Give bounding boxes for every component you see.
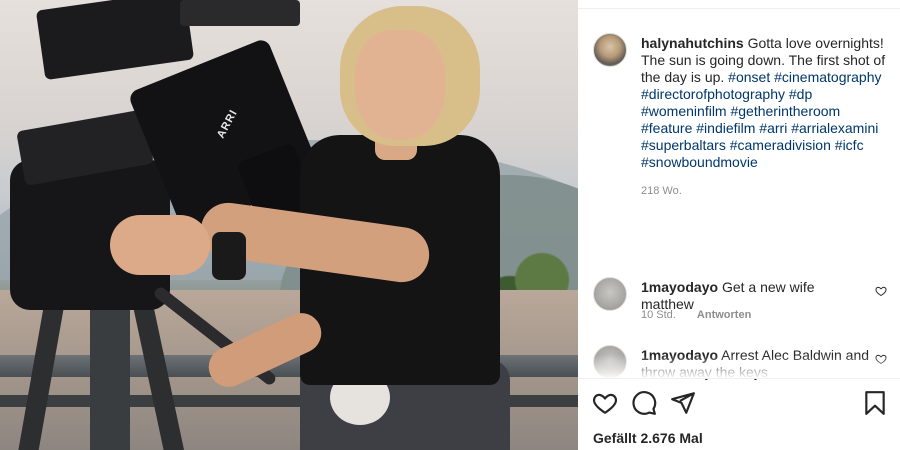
hashtag-link[interactable]: #cinematography xyxy=(774,69,881,85)
comment-timestamp[interactable]: 10 Std. xyxy=(641,309,676,321)
bookmark-icon[interactable] xyxy=(862,390,888,416)
photo-person-face xyxy=(355,30,445,140)
comment-username[interactable]: 1mayodayo xyxy=(641,279,718,295)
photo-camera-handle xyxy=(180,0,300,26)
comment: 1mayodayo Get a new wife matthew xyxy=(641,279,871,313)
post-caption: halynahutchins Gotta love overnights! Th… xyxy=(641,35,886,171)
hashtag-link[interactable]: #superbaltars xyxy=(641,137,726,153)
reply-button[interactable]: Antworten xyxy=(697,309,751,321)
hashtag-link[interactable]: #indiefilm xyxy=(696,120,755,136)
hashtag-link[interactable]: #feature xyxy=(641,120,692,136)
divider xyxy=(578,378,900,379)
caption-timestamp[interactable]: 218 Wo. xyxy=(641,185,682,197)
hashtag-link[interactable]: #getherintheroom xyxy=(730,103,840,119)
hashtag-link[interactable]: #onset xyxy=(728,69,770,85)
like-count[interactable]: Gefällt 2.676 Mal xyxy=(593,430,703,446)
comment-bubble-icon[interactable] xyxy=(631,390,657,416)
hashtag-link[interactable]: #dp xyxy=(789,86,812,102)
hashtag-link[interactable]: #womeninfilm xyxy=(641,103,727,119)
hashtag-link[interactable]: #arrialexamini xyxy=(791,120,878,136)
divider xyxy=(578,8,900,9)
comment-like-heart-icon[interactable] xyxy=(875,285,887,297)
photo-wristwatch xyxy=(212,232,246,280)
comments-fade xyxy=(578,355,900,379)
heart-icon[interactable] xyxy=(592,390,618,416)
paper-plane-icon[interactable] xyxy=(670,390,696,416)
avatar[interactable] xyxy=(593,277,627,311)
hashtag-link[interactable]: #arri xyxy=(759,120,787,136)
hashtag-link[interactable]: #directorofphotography xyxy=(641,86,785,102)
comment-meta: 10 Std. Antworten xyxy=(641,309,769,321)
photo-camera-accessory xyxy=(35,0,195,81)
hashtag-link[interactable]: #snowboundmovie xyxy=(641,154,758,170)
hashtag-link[interactable]: #cameradivision xyxy=(730,137,831,153)
avatar[interactable] xyxy=(593,33,627,67)
post-photo[interactable]: ARRI xyxy=(0,0,578,450)
hashtag-link[interactable]: #icfc xyxy=(835,137,864,153)
caption-username[interactable]: halynahutchins xyxy=(641,35,744,51)
post-side-panel: halynahutchins Gotta love overnights! Th… xyxy=(578,0,900,450)
photo-tripod-leg xyxy=(90,300,130,450)
photo-person-hand xyxy=(110,215,210,275)
